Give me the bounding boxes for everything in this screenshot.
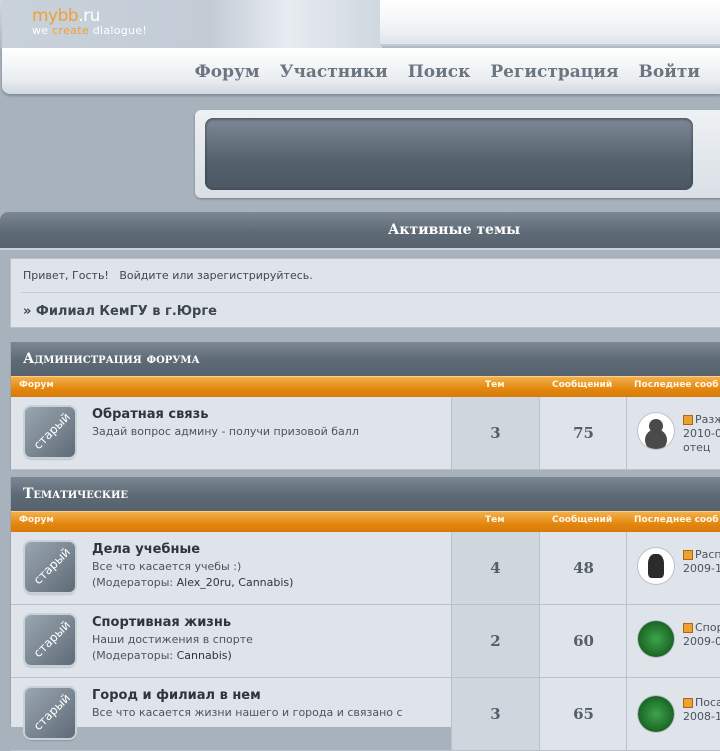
- banner-frame: [195, 110, 720, 198]
- col-posts: Сообщений: [552, 515, 613, 525]
- divider: [21, 292, 720, 293]
- logo-slogan-2: create: [52, 24, 89, 37]
- forum-name[interactable]: Город и филиал в нем: [92, 688, 261, 703]
- last-post-info: Разж 2010-0 отец: [683, 413, 720, 455]
- header-right: [380, 0, 720, 46]
- col-last-post: Последнее сооб: [634, 380, 719, 390]
- breadcrumb[interactable]: » Филиал КемГУ в г.Юрге: [23, 304, 217, 319]
- forum-row: старый Обратная связь Задай вопрос админ…: [11, 397, 720, 470]
- forum-row: старый Спортивная жизнь Наши достижения …: [11, 605, 720, 678]
- last-post-title[interactable]: Разж: [695, 413, 720, 426]
- moderators-links[interactable]: Alex_20ru, Cannabis): [177, 576, 294, 589]
- last-post-cell: Поса 2008-1: [626, 678, 720, 750]
- forum-row: старый Город и филиал в нем Все что каса…: [11, 678, 720, 751]
- col-topics: Тем: [485, 515, 505, 525]
- forum-status-icon: старый: [25, 407, 75, 457]
- forum-name[interactable]: Обратная связь: [92, 407, 208, 422]
- forum-description: Задай вопрос админу - получи призовой ба…: [92, 425, 359, 438]
- forum-description: Все что касается учебы :) (Модераторы: A…: [92, 560, 294, 589]
- topics-count: 4: [451, 532, 539, 604]
- last-post-cell: Спор 2009-0: [626, 605, 720, 677]
- new-post-icon: [683, 698, 693, 708]
- register-link[interactable]: зарегистрируйтесь.: [197, 269, 313, 282]
- or-text: или: [172, 269, 194, 282]
- last-post-cell: Расп 2009-1: [626, 532, 720, 604]
- nav-login[interactable]: Войти: [639, 62, 700, 82]
- avatar[interactable]: [638, 548, 674, 584]
- greeting-text: Привет, Гость!: [23, 269, 109, 282]
- col-topics: Тем: [485, 380, 505, 390]
- category-header: Администрация форума: [11, 342, 720, 376]
- posts-count: 65: [539, 678, 627, 750]
- topics-count: 3: [451, 397, 539, 469]
- forum-name[interactable]: Дела учебные: [92, 542, 200, 557]
- col-forum: Форум: [19, 380, 54, 390]
- logo-slogan-1: we: [32, 24, 49, 37]
- col-posts: Сообщений: [552, 380, 613, 390]
- last-post-author[interactable]: отец: [683, 441, 710, 454]
- moderators-links[interactable]: Cannabis): [177, 649, 232, 662]
- column-headers: Форум Тем Сообщений Последнее сооб: [11, 376, 720, 397]
- forum-description: Все что касается жизни нашего и города и…: [92, 706, 403, 719]
- new-post-icon: [683, 550, 693, 560]
- last-post-date: 2008-1: [683, 710, 720, 723]
- avatar[interactable]: [638, 621, 674, 657]
- avatar[interactable]: [638, 696, 674, 732]
- moderators-label: (Модераторы:: [92, 576, 174, 589]
- new-post-icon: [683, 623, 693, 633]
- logo-slogan-3: dialogue!: [92, 24, 148, 37]
- last-post-info: Спор 2009-0: [683, 621, 720, 649]
- category-header: Тематические: [11, 477, 720, 511]
- last-post-date: 2009-0: [683, 635, 720, 648]
- forum-row: старый Дела учебные Все что касается уче…: [11, 532, 720, 605]
- last-post-title[interactable]: Спор: [695, 621, 720, 634]
- site-logo[interactable]: mybb.ru we create dialogue!: [32, 6, 147, 37]
- posts-count: 60: [539, 605, 627, 677]
- col-forum: Форум: [19, 515, 54, 525]
- col-last-post: Последнее сооб: [634, 515, 719, 525]
- login-link[interactable]: Войдите: [119, 269, 168, 282]
- category-admin: Администрация форума Форум Тем Сообщений…: [10, 342, 720, 470]
- topics-count: 3: [451, 678, 539, 750]
- avatar[interactable]: [638, 413, 674, 449]
- nav-register[interactable]: Регистрация: [490, 62, 618, 82]
- column-headers: Форум Тем Сообщений Последнее сооб: [11, 511, 720, 532]
- moderators-label: (Модераторы:: [92, 649, 174, 662]
- forum-description: Наши достижения в спорте (Модераторы: Ca…: [92, 633, 253, 662]
- posts-count: 48: [539, 532, 627, 604]
- forum-status-icon: старый: [25, 688, 75, 738]
- logo-area: mybb.ru we create dialogue!: [2, 0, 382, 48]
- welcome-box: Привет, Гость! Войдите или зарегистрируй…: [10, 258, 720, 328]
- last-post-cell: Разж 2010-0 отец: [626, 397, 720, 469]
- posts-count: 75: [539, 397, 627, 469]
- last-post-title[interactable]: Поса: [695, 696, 720, 709]
- page-title: Активные темы: [388, 222, 521, 238]
- nav-forum[interactable]: Форум: [195, 62, 260, 82]
- banner-area: [205, 118, 693, 190]
- last-post-info: Расп 2009-1: [683, 548, 720, 576]
- new-post-icon: [683, 415, 693, 425]
- category-thematic: Тематические Форум Тем Сообщений Последн…: [10, 477, 720, 751]
- category-title[interactable]: Тематические: [23, 486, 128, 502]
- logo-brand: mybb: [32, 6, 79, 26]
- topics-count: 2: [451, 605, 539, 677]
- welcome-message: Привет, Гость! Войдите или зарегистрируй…: [23, 269, 313, 282]
- last-post-date: 2009-1: [683, 562, 720, 575]
- page-title-bar: Активные темы: [0, 212, 720, 250]
- forum-status-icon: старый: [25, 542, 75, 592]
- category-title[interactable]: Администрация форума: [23, 351, 200, 367]
- forum-name[interactable]: Спортивная жизнь: [92, 615, 231, 630]
- last-post-title[interactable]: Расп: [695, 548, 720, 561]
- nav-search[interactable]: Поиск: [408, 62, 471, 82]
- last-post-date: 2010-0: [683, 427, 720, 440]
- main-navigation: Форум Участники Поиск Регистрация Войти: [2, 48, 720, 94]
- forum-status-icon: старый: [25, 615, 75, 665]
- logo-tld: .ru: [78, 6, 100, 26]
- nav-members[interactable]: Участники: [280, 62, 388, 82]
